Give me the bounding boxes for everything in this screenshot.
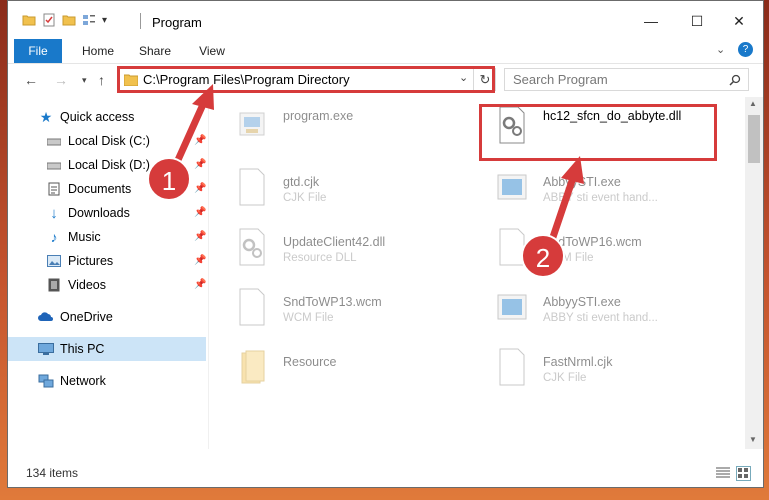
arrow-1-shaft xyxy=(174,96,209,164)
arrow-2-shaft xyxy=(548,171,578,244)
arrow-2-head xyxy=(561,156,584,184)
annotation-arrows xyxy=(174,84,584,244)
step-1-badge: 1 xyxy=(147,157,191,201)
step-2-badge: 2 xyxy=(521,234,565,278)
arrow-1-head xyxy=(192,84,214,110)
